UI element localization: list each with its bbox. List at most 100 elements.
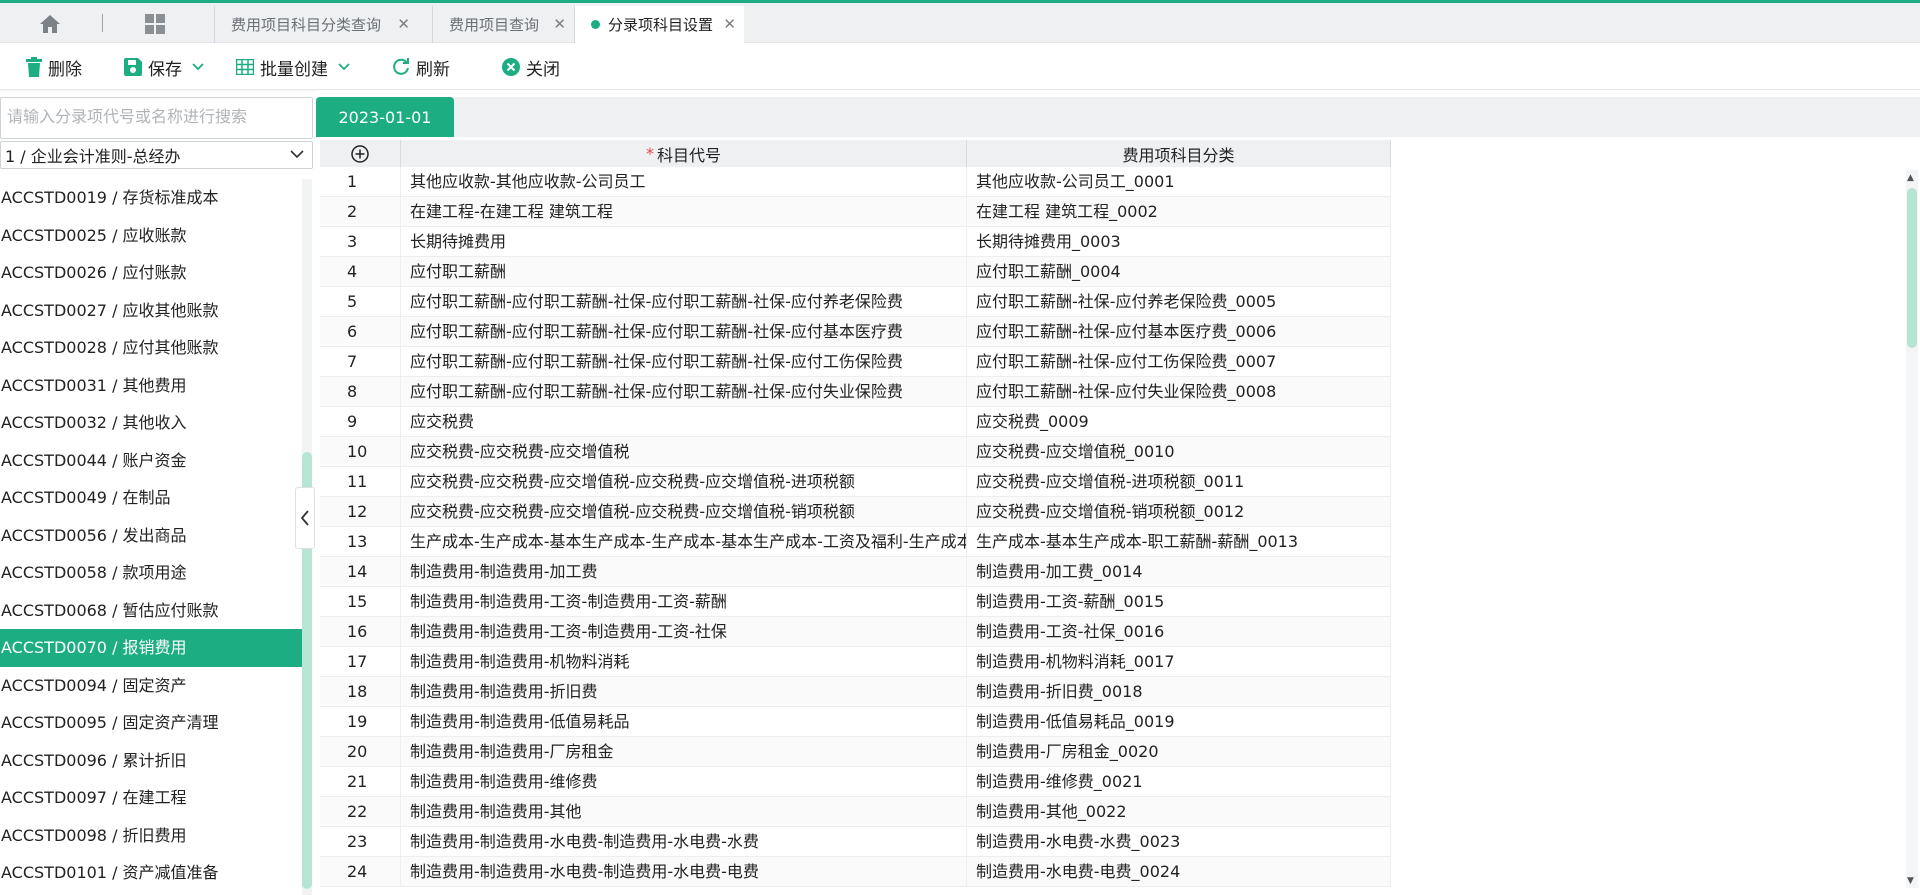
list-item[interactable]: ACCSTD0028 / 应付其他账款	[0, 329, 302, 367]
expense-category-cell[interactable]: 应付职工薪酬-社保-应付基本医疗费_0006	[967, 317, 1391, 347]
table-row[interactable]: 24 制造费用-制造费用-水电费-制造费用-水电费-电费 制造费用-水电费-电费_0…	[320, 857, 1907, 887]
expense-category-cell[interactable]: 制造费用-加工费_0014	[967, 557, 1391, 587]
subject-code-cell[interactable]: 生产成本-生产成本-基本生产成本-生产成本-基本生产成本-工资及福利-生产成本	[401, 527, 967, 557]
table-row[interactable]: 10 应交税费-应交税费-应交增值税 应交税费-应交增值税_0010	[320, 437, 1907, 467]
table-row[interactable]: 16 制造费用-制造费用-工资-制造费用-工资-社保 制造费用-工资-社保_0016	[320, 617, 1907, 647]
batch-create-button[interactable]: 批量创建	[236, 54, 356, 80]
subject-code-cell[interactable]: 应交税费-应交税费-应交增值税	[401, 437, 967, 467]
table-scrollbar-thumb[interactable]	[1907, 188, 1917, 348]
subject-code-cell[interactable]: 制造费用-制造费用-水电费-制造费用-水电费-水费	[401, 827, 967, 857]
subject-code-cell[interactable]: 制造费用-制造费用-厂房租金	[401, 737, 967, 767]
close-button[interactable]: 关闭	[502, 54, 560, 80]
list-item[interactable]: ACCSTD0031 / 其他费用	[0, 367, 302, 405]
table-row[interactable]: 18 制造费用-制造费用-折旧费 制造费用-折旧费_0018	[320, 677, 1907, 707]
subject-code-cell[interactable]: 应交税费	[401, 407, 967, 437]
table-row[interactable]: 5 应付职工薪酬-应付职工薪酬-社保-应付职工薪酬-社保-应付养老保险费 应付职工薪…	[320, 287, 1907, 317]
expense-category-cell[interactable]: 应付职工薪酬-社保-应付失业保险费_0008	[967, 377, 1391, 407]
list-item[interactable]: ACCSTD0027 / 应收其他账款	[0, 292, 302, 330]
subject-code-cell[interactable]: 制造费用-制造费用-工资-制造费用-工资-薪酬	[401, 587, 967, 617]
table-row[interactable]: 17 制造费用-制造费用-机物料消耗 制造费用-机物料消耗_0017	[320, 647, 1907, 677]
table-row[interactable]: 3 长期待摊费用 长期待摊费用_0003	[320, 227, 1907, 257]
expense-category-cell[interactable]: 其他应收款-公司员工_0001	[967, 167, 1391, 197]
expense-category-cell[interactable]: 生产成本-基本生产成本-职工薪酬-薪酬_0013	[967, 527, 1391, 557]
subject-code-cell[interactable]: 应交税费-应交税费-应交增值税-应交税费-应交增值税-进项税额	[401, 467, 967, 497]
list-item[interactable]: ACCSTD0096 / 累计折旧	[0, 742, 302, 780]
add-row-button[interactable]	[320, 140, 401, 167]
list-item[interactable]: ACCSTD0026 / 应付账款	[0, 254, 302, 292]
table-row[interactable]: 9 应交税费 应交税费_0009	[320, 407, 1907, 437]
subject-code-cell[interactable]: 制造费用-制造费用-折旧费	[401, 677, 967, 707]
subject-code-cell[interactable]: 制造费用-制造费用-水电费-制造费用-水电费-电费	[401, 857, 967, 887]
subject-code-cell[interactable]: 制造费用-制造费用-加工费	[401, 557, 967, 587]
table-row[interactable]: 12 应交税费-应交税费-应交增值税-应交税费-应交增值税-销项税额 应交税费-应交…	[320, 497, 1907, 527]
save-button[interactable]: 保存	[124, 54, 210, 80]
list-item[interactable]: ACCSTD0025 / 应收账款	[0, 217, 302, 255]
list-item[interactable]: ACCSTD0101 / 资产减值准备	[0, 854, 302, 892]
expense-category-cell[interactable]: 在建工程 建筑工程_0002	[967, 197, 1391, 227]
expense-category-cell[interactable]: 应交税费-应交增值税_0010	[967, 437, 1391, 467]
close-icon[interactable]: ✕	[553, 15, 566, 33]
list-item-selected[interactable]: ACCSTD0070 / 报销费用	[0, 629, 302, 667]
expense-category-cell[interactable]: 制造费用-工资-薪酬_0015	[967, 587, 1391, 617]
subject-code-cell[interactable]: 在建工程-在建工程 建筑工程	[401, 197, 967, 227]
table-row[interactable]: 21 制造费用-制造费用-维修费 制造费用-维修费_0021	[320, 767, 1907, 797]
list-item[interactable]: ACCSTD0049 / 在制品	[0, 479, 302, 517]
expense-category-cell[interactable]: 制造费用-维修费_0021	[967, 767, 1391, 797]
list-item[interactable]: ACCSTD0097 / 在建工程	[0, 779, 302, 817]
list-item[interactable]: ACCSTD0098 / 折旧费用	[0, 817, 302, 855]
list-item[interactable]: ACCSTD0094 / 固定资产	[0, 667, 302, 705]
home-button[interactable]	[30, 11, 70, 37]
scroll-down-icon[interactable]: ▼	[1907, 876, 1914, 886]
table-row[interactable]: 13 生产成本-生产成本-基本生产成本-生产成本-基本生产成本-工资及福利-生产成…	[320, 527, 1907, 557]
close-icon[interactable]: ✕	[397, 15, 410, 33]
expense-category-cell[interactable]: 制造费用-厂房租金_0020	[967, 737, 1391, 767]
search-input[interactable]	[1, 98, 312, 138]
subject-code-cell[interactable]: 制造费用-制造费用-低值易耗品	[401, 707, 967, 737]
expense-category-cell[interactable]: 制造费用-其他_0022	[967, 797, 1391, 827]
collapse-sidebar-button[interactable]	[295, 487, 315, 549]
list-item[interactable]: ACCSTD0019 / 存货标准成本	[0, 179, 302, 217]
subject-code-cell[interactable]: 应付职工薪酬-应付职工薪酬-社保-应付职工薪酬-社保-应付基本医疗费	[401, 317, 967, 347]
chevron-down-icon[interactable]	[338, 63, 350, 71]
expense-category-cell[interactable]: 应付职工薪酬_0004	[967, 257, 1391, 287]
subject-code-cell[interactable]: 长期待摊费用	[401, 227, 967, 257]
expense-category-cell[interactable]: 长期待摊费用_0003	[967, 227, 1391, 257]
table-row[interactable]: 23 制造费用-制造费用-水电费-制造费用-水电费-水费 制造费用-水电费-水费_0…	[320, 827, 1907, 857]
subject-code-cell[interactable]: 应付职工薪酬	[401, 257, 967, 287]
refresh-button[interactable]: 刷新	[392, 54, 450, 80]
scroll-up-icon[interactable]: ▲	[1907, 173, 1914, 183]
expense-category-cell[interactable]: 制造费用-机物料消耗_0017	[967, 647, 1391, 677]
table-row[interactable]: 6 应付职工薪酬-应付职工薪酬-社保-应付职工薪酬-社保-应付基本医疗费 应付职工薪…	[320, 317, 1907, 347]
subject-code-cell[interactable]: 制造费用-制造费用-机物料消耗	[401, 647, 967, 677]
column-header-subject-code[interactable]: * 科目代号	[401, 140, 967, 167]
table-row[interactable]: 8 应付职工薪酬-应付职工薪酬-社保-应付职工薪酬-社保-应付失业保险费 应付职工薪…	[320, 377, 1907, 407]
expense-category-cell[interactable]: 制造费用-水电费-水费_0023	[967, 827, 1391, 857]
expense-category-cell[interactable]: 应交税费-应交增值税-进项税额_0011	[967, 467, 1391, 497]
subject-code-cell[interactable]: 制造费用-制造费用-其他	[401, 797, 967, 827]
close-icon[interactable]: ✕	[723, 15, 736, 33]
subject-code-cell[interactable]: 应付职工薪酬-应付职工薪酬-社保-应付职工薪酬-社保-应付工伤保险费	[401, 347, 967, 377]
subject-code-cell[interactable]: 应付职工薪酬-应付职工薪酬-社保-应付职工薪酬-社保-应付失业保险费	[401, 377, 967, 407]
table-row[interactable]: 19 制造费用-制造费用-低值易耗品 制造费用-低值易耗品_0019	[320, 707, 1907, 737]
subject-code-cell[interactable]: 应交税费-应交税费-应交增值税-应交税费-应交增值税-销项税额	[401, 497, 967, 527]
table-row[interactable]: 2 在建工程-在建工程 建筑工程 在建工程 建筑工程_0002	[320, 197, 1907, 227]
list-item[interactable]: ACCSTD0058 / 款项用途	[0, 554, 302, 592]
table-row[interactable]: 4 应付职工薪酬 应付职工薪酬_0004	[320, 257, 1907, 287]
delete-button[interactable]: 删除	[26, 54, 82, 80]
table-row[interactable]: 14 制造费用-制造费用-加工费 制造费用-加工费_0014	[320, 557, 1907, 587]
expense-category-cell[interactable]: 制造费用-低值易耗品_0019	[967, 707, 1391, 737]
table-row[interactable]: 22 制造费用-制造费用-其他 制造费用-其他_0022	[320, 797, 1907, 827]
expense-category-cell[interactable]: 制造费用-折旧费_0018	[967, 677, 1391, 707]
expense-category-cell[interactable]: 应交税费-应交增值税-销项税额_0012	[967, 497, 1391, 527]
list-item[interactable]: ACCSTD0056 / 发出商品	[0, 517, 302, 555]
subject-code-cell[interactable]: 制造费用-制造费用-维修费	[401, 767, 967, 797]
table-row[interactable]: 20 制造费用-制造费用-厂房租金 制造费用-厂房租金_0020	[320, 737, 1907, 767]
table-row[interactable]: 15 制造费用-制造费用-工资-制造费用-工资-薪酬 制造费用-工资-薪酬_0015	[320, 587, 1907, 617]
date-tab[interactable]: 2023-01-01	[316, 97, 454, 137]
list-item[interactable]: ACCSTD0032 / 其他收入	[0, 404, 302, 442]
expense-category-cell[interactable]: 制造费用-水电费-电费_0024	[967, 857, 1391, 887]
ledger-select[interactable]: 1 / 企业会计准则-总经办	[0, 141, 313, 169]
tab-expense-category-query[interactable]: 费用项目科目分类查询 ✕	[214, 6, 418, 43]
subject-code-cell[interactable]: 制造费用-制造费用-工资-制造费用-工资-社保	[401, 617, 967, 647]
expense-category-cell[interactable]: 应付职工薪酬-社保-应付工伤保险费_0007	[967, 347, 1391, 377]
